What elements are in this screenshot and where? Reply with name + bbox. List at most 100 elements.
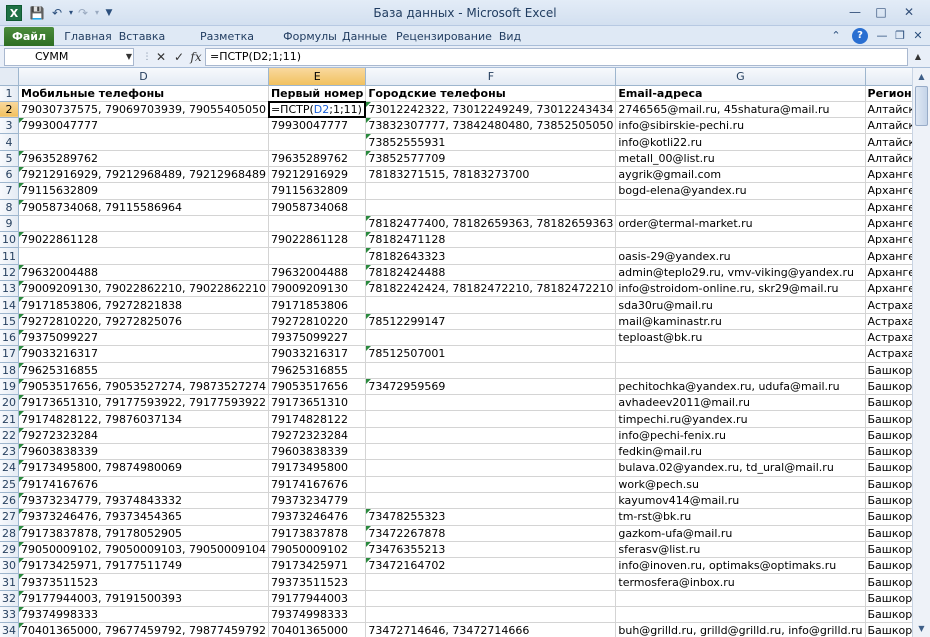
cell-d28[interactable]: 79173837878, 79178052905 bbox=[18, 525, 269, 542]
column-title-mobile-phones[interactable]: Мобильные телефоны bbox=[18, 85, 269, 102]
cell-g29[interactable]: sferasv@list.ru bbox=[615, 541, 866, 559]
cell-d3[interactable]: 79930047777 bbox=[18, 117, 269, 135]
cell-f13[interactable]: 78182242424, 78182472210, 78182472210 bbox=[365, 280, 617, 298]
cell-d25[interactable]: 79174167676 bbox=[18, 476, 269, 493]
name-box-dropdown-icon[interactable]: ▼ bbox=[124, 48, 134, 66]
cell-g19[interactable]: pechitochka@yandex.ru, udufa@mail.ru bbox=[615, 378, 866, 396]
cell-g26[interactable]: kayumov414@mail.ru bbox=[615, 492, 866, 510]
cell-e25[interactable]: 79174167676 bbox=[268, 476, 367, 493]
cell-f33[interactable] bbox=[365, 606, 617, 624]
row-header[interactable]: 29 bbox=[0, 541, 19, 559]
cell-f11[interactable]: 78182643323 bbox=[365, 247, 617, 265]
cell-e32[interactable]: 79177944003 bbox=[268, 590, 367, 608]
vertical-scrollbar[interactable]: ▲ ▼ bbox=[912, 68, 930, 637]
cell-e12[interactable]: 79632004488 bbox=[268, 264, 367, 282]
cell-d21[interactable]: 79174828122, 79876037134 bbox=[18, 410, 269, 428]
row-header[interactable]: 18 bbox=[0, 362, 19, 379]
row-header[interactable]: 21 bbox=[0, 410, 19, 428]
cell-e4[interactable] bbox=[268, 133, 367, 151]
maximize-icon[interactable]: □ bbox=[868, 3, 894, 21]
cell-d18[interactable]: 79625316855 bbox=[18, 362, 269, 379]
cell-g16[interactable]: teploast@bk.ru bbox=[615, 329, 866, 347]
cell-e17[interactable]: 79033216317 bbox=[268, 345, 367, 363]
expand-formula-bar-icon[interactable]: ▲ bbox=[911, 48, 925, 66]
scroll-up-icon[interactable]: ▲ bbox=[913, 68, 930, 85]
cell-e28[interactable]: 79173837878 bbox=[268, 525, 367, 542]
cell-f25[interactable] bbox=[365, 476, 617, 493]
cell-f2[interactable]: 73012242322, 73012249249, 73012243434 bbox=[365, 101, 617, 119]
row-header[interactable]: 15 bbox=[0, 313, 19, 330]
cell-e9[interactable] bbox=[268, 215, 367, 233]
cell-f31[interactable] bbox=[365, 573, 617, 591]
cell-g15[interactable]: mail@kaminastr.ru bbox=[615, 313, 866, 330]
tab-data[interactable]: Данные bbox=[342, 28, 387, 46]
row-header[interactable]: 33 bbox=[0, 606, 19, 624]
row-header[interactable]: 5 bbox=[0, 150, 19, 167]
cell-e22[interactable]: 79272323284 bbox=[268, 427, 367, 445]
workbook-restore-icon[interactable]: ❐ bbox=[892, 28, 908, 44]
cell-f9[interactable]: 78182477400, 78182659363, 78182659363 bbox=[365, 215, 617, 233]
row-header[interactable]: 23 bbox=[0, 443, 19, 461]
help-icon[interactable]: ? bbox=[852, 28, 868, 44]
cell-e34[interactable]: 70401365000 bbox=[268, 622, 367, 637]
cell-g18[interactable] bbox=[615, 362, 866, 379]
row-header[interactable]: 24 bbox=[0, 459, 19, 477]
cell-g14[interactable]: sda30ru@mail.ru bbox=[615, 296, 866, 314]
cell-g9[interactable]: order@termal-market.ru bbox=[615, 215, 866, 233]
cell-d19[interactable]: 79053517656, 79053527274, 79873527274 bbox=[18, 378, 269, 396]
cell-d10[interactable]: 79022861128 bbox=[18, 231, 269, 249]
cell-d27[interactable]: 79373246476, 79373454365 bbox=[18, 508, 269, 526]
cell-g3[interactable]: info@sibirskie-pechi.ru bbox=[615, 117, 866, 135]
cell-f18[interactable] bbox=[365, 362, 617, 379]
cell-f12[interactable]: 78182424488 bbox=[365, 264, 617, 282]
cell-d7[interactable]: 79115632809 bbox=[18, 182, 269, 200]
tab-home[interactable]: Главная bbox=[62, 28, 114, 46]
cell-f8[interactable] bbox=[365, 199, 617, 216]
cell-e10[interactable]: 79022861128 bbox=[268, 231, 367, 249]
cell-d22[interactable]: 79272323284 bbox=[18, 427, 269, 445]
cell-g32[interactable] bbox=[615, 590, 866, 608]
row-header[interactable]: 31 bbox=[0, 573, 19, 591]
cell-e30[interactable]: 79173425971 bbox=[268, 557, 367, 575]
cell-e20[interactable]: 79173651310 bbox=[268, 394, 367, 412]
cell-d6[interactable]: 79212916929, 79212968489, 79212968489 bbox=[18, 166, 269, 184]
cell-e6[interactable]: 79212916929 bbox=[268, 166, 367, 184]
cell-f30[interactable]: 73472164702 bbox=[365, 557, 617, 575]
cell-d8[interactable]: 79058734068, 79115586964 bbox=[18, 199, 269, 216]
cell-g20[interactable]: avhadeev2011@mail.ru bbox=[615, 394, 866, 412]
cell-g6[interactable]: aygrik@gmail.com bbox=[615, 166, 866, 184]
cell-f29[interactable]: 73476355213 bbox=[365, 541, 617, 559]
row-header[interactable]: 11 bbox=[0, 247, 19, 265]
row-header[interactable]: 27 bbox=[0, 508, 19, 526]
cell-g31[interactable]: termosfera@inbox.ru bbox=[615, 573, 866, 591]
cell-f20[interactable] bbox=[365, 394, 617, 412]
worksheet-grid[interactable]: DEFGHI 1Мобильные телефоныПервый номерГо… bbox=[0, 68, 930, 637]
cell-g28[interactable]: gazkom-ufa@mail.ru bbox=[615, 525, 866, 542]
cell-d2[interactable]: 79030737575, 79069703939, 79055405050 bbox=[18, 101, 269, 119]
cell-e18[interactable]: 79625316855 bbox=[268, 362, 367, 379]
scroll-down-icon[interactable]: ▼ bbox=[913, 620, 930, 637]
cell-f15[interactable]: 78512299147 bbox=[365, 313, 617, 330]
cell-f32[interactable] bbox=[365, 590, 617, 608]
cell-e8[interactable]: 79058734068 bbox=[268, 199, 367, 216]
formula-input[interactable]: =ПСТР(D2;1;11) bbox=[205, 48, 908, 66]
row-header[interactable]: 25 bbox=[0, 476, 19, 493]
row-header[interactable]: 16 bbox=[0, 329, 19, 347]
tab-formulas[interactable]: Формулы bbox=[282, 28, 338, 46]
cell-f17[interactable]: 78512507001 bbox=[365, 345, 617, 363]
cell-e7[interactable]: 79115632809 bbox=[268, 182, 367, 200]
minimize-ribbon-icon[interactable]: ⌃ bbox=[828, 28, 844, 44]
cell-f21[interactable] bbox=[365, 410, 617, 428]
cell-g10[interactable] bbox=[615, 231, 866, 249]
column-title-city-phones[interactable]: Городские телефоны bbox=[365, 85, 617, 102]
cell-f28[interactable]: 73472267878 bbox=[365, 525, 617, 542]
cell-g33[interactable] bbox=[615, 606, 866, 624]
cancel-entry-icon[interactable]: ✕ bbox=[152, 49, 170, 65]
close-icon[interactable]: ✕ bbox=[896, 3, 922, 21]
cell-f3[interactable]: 73832307777, 73842480480, 73852505050 bbox=[365, 117, 617, 135]
cell-e24[interactable]: 79173495800 bbox=[268, 459, 367, 477]
cell-g11[interactable]: oasis-29@yandex.ru bbox=[615, 247, 866, 265]
row-header[interactable]: 30 bbox=[0, 557, 19, 575]
cell-e2[interactable]: =ПСТР(D2;1;11) bbox=[268, 101, 367, 119]
cell-f27[interactable]: 73478255323 bbox=[365, 508, 617, 526]
